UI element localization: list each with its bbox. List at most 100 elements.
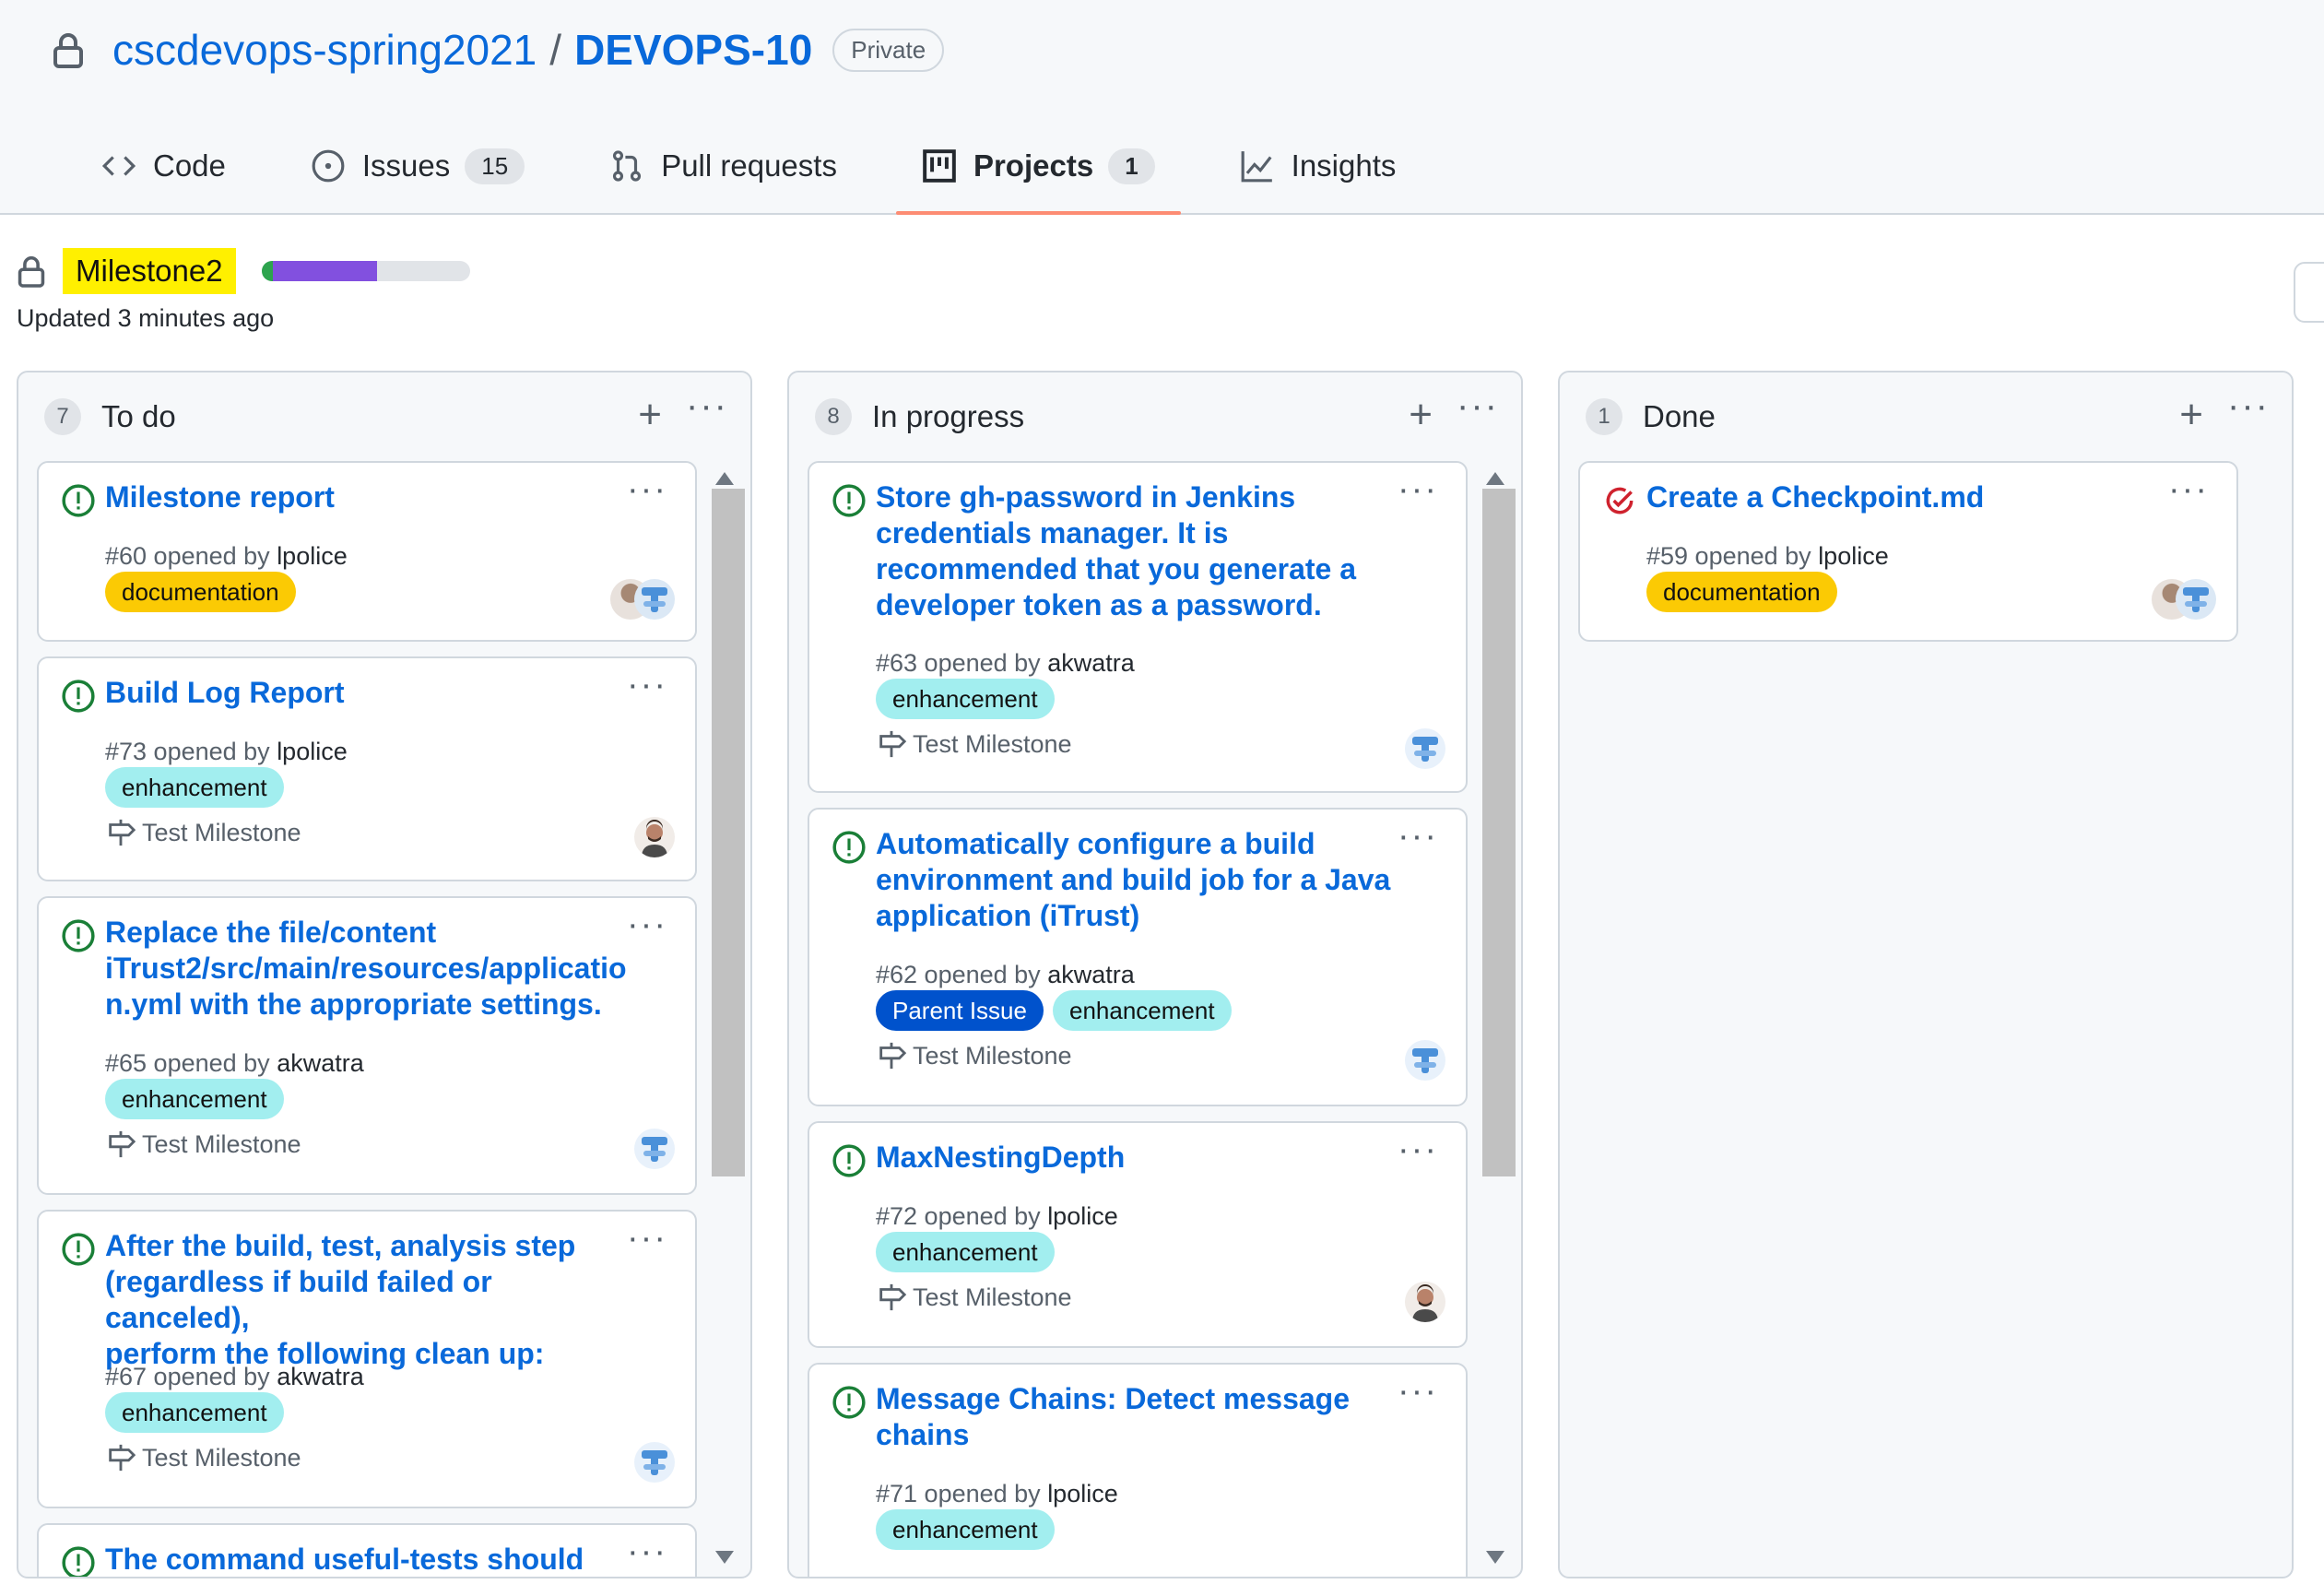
issue-card[interactable]: Store gh-password in Jenkins credentials … (808, 461, 1468, 793)
card-milestone[interactable]: Test Milestone (105, 1442, 301, 1473)
issue-card[interactable]: Create a Checkpoint.md ··· #59 opened by l… (1578, 461, 2238, 642)
column-menu-button[interactable]: ··· (2227, 385, 2270, 427)
tab-pull-requests-label: Pull requests (661, 148, 837, 183)
card-title-link[interactable]: Message Chains: Detect message chains (876, 1381, 1392, 1453)
scroll-thumb[interactable] (712, 489, 745, 1176)
column-menu-button[interactable]: ··· (1457, 385, 1499, 427)
label-enhancement[interactable]: enhancement (105, 1079, 284, 1119)
label-enhancement[interactable]: enhancement (876, 679, 1055, 719)
card-labels: enhancement (876, 679, 1064, 719)
scroll-down-arrow-icon[interactable] (1486, 1551, 1504, 1564)
card-menu-button[interactable]: ··· (1398, 817, 1438, 857)
card-milestone[interactable]: Test Milestone (876, 1282, 1072, 1313)
avatar-group[interactable] (610, 579, 675, 620)
repo-owner-link[interactable]: cscdevops-spring2021 (112, 25, 537, 75)
scroll-thumb[interactable] (1482, 489, 1516, 1176)
tab-insights[interactable]: Insights (1214, 129, 1422, 203)
card-menu-button[interactable]: ··· (627, 1532, 667, 1572)
repo-name-link[interactable]: DEVOPS-10 (574, 25, 812, 75)
card-title-link[interactable]: Replace the file/content iTrust2/src/main… (105, 915, 627, 1023)
card-milestone[interactable]: Test Milestone (876, 1040, 1072, 1071)
label-enhancement[interactable]: enhancement (876, 1232, 1055, 1272)
card-menu-button[interactable]: ··· (1398, 470, 1438, 510)
card-author-link[interactable]: akwatra (277, 1363, 364, 1390)
card-author-link[interactable]: lpolice (1818, 542, 1889, 570)
card-author-link[interactable]: lpolice (1047, 1480, 1118, 1507)
avatar[interactable] (634, 579, 675, 620)
avatar[interactable] (1405, 728, 1445, 769)
label-enhancement[interactable]: enhancement (105, 767, 284, 808)
project-updated-time: Updated 3 minutes ago (17, 304, 275, 332)
card-title-link[interactable]: Automatically configure a build environme… (876, 826, 1392, 934)
avatar[interactable] (2176, 579, 2216, 620)
card-milestone[interactable]: Test Milestone (876, 728, 1072, 760)
add-card-button[interactable]: + (1409, 393, 1433, 437)
add-card-button[interactable]: + (2179, 393, 2203, 437)
card-menu-button[interactable]: ··· (627, 470, 667, 510)
tab-projects[interactable]: Projects 1 (895, 129, 1181, 215)
search-button[interactable] (2294, 262, 2324, 323)
avatar[interactable] (634, 1129, 675, 1169)
avatar-group[interactable] (2152, 579, 2216, 620)
column-scrollbar[interactable] (1479, 465, 1516, 1577)
card-author-link[interactable]: lpolice (277, 542, 348, 570)
avatar-logo-icon (642, 1137, 667, 1162)
card-title-link[interactable]: The command useful-tests should be (105, 1542, 621, 1577)
card-author-link[interactable]: akwatra (1047, 961, 1135, 988)
card-menu-button[interactable]: ··· (1398, 1372, 1438, 1412)
tab-projects-label: Projects (973, 148, 1094, 183)
card-title-link[interactable]: Milestone report (105, 479, 621, 515)
issue-card[interactable]: The command useful-tests should be··· (37, 1523, 697, 1577)
card-meta: #72 opened by lpolice (876, 1202, 1118, 1231)
label-enhancement[interactable]: enhancement (876, 1509, 1055, 1550)
tab-code[interactable]: Code (76, 129, 252, 203)
card-author-link[interactable]: akwatra (1047, 649, 1135, 677)
issue-card[interactable]: Message Chains: Detect message chains ··· #… (808, 1363, 1468, 1577)
avatar[interactable] (634, 1442, 675, 1483)
card-author-link[interactable]: lpolice (277, 738, 348, 765)
label-parent-issue[interactable]: Parent Issue (876, 990, 1044, 1031)
card-title-link[interactable]: Store gh-password in Jenkins credentials … (876, 479, 1392, 623)
visibility-badge: Private (832, 28, 945, 72)
label-enhancement[interactable]: enhancement (105, 1392, 284, 1433)
label-documentation[interactable]: documentation (105, 572, 296, 612)
issue-card[interactable]: MaxNestingDepth ··· #72 opened by lpolice e… (808, 1121, 1468, 1348)
card-meta: #71 opened by lpolice (876, 1480, 1118, 1508)
card-number-opened: #60 opened by (105, 542, 270, 570)
issue-card[interactable]: Automatically configure a build environme… (808, 808, 1468, 1106)
issue-card[interactable]: After the build, test, analysis step (reg… (37, 1210, 697, 1508)
card-title-link[interactable]: Build Log Report (105, 675, 621, 711)
tab-issues[interactable]: Issues 15 (285, 129, 550, 203)
avatar[interactable] (634, 817, 675, 857)
card-meta: #63 opened by akwatra (876, 649, 1135, 678)
avatar[interactable] (1405, 1040, 1445, 1081)
card-menu-button[interactable]: ··· (627, 666, 667, 705)
card-title-link[interactable]: Create a Checkpoint.md (1646, 479, 2163, 515)
issue-card[interactable]: Replace the file/content iTrust2/src/main… (37, 896, 697, 1195)
card-milestone[interactable]: Test Milestone (105, 817, 301, 848)
milestone-name: Test Milestone (142, 1443, 301, 1472)
scroll-up-arrow-icon[interactable] (1486, 472, 1504, 485)
avatar[interactable] (1405, 1282, 1445, 1322)
tab-pull-requests[interactable]: Pull requests (584, 129, 863, 203)
label-enhancement[interactable]: enhancement (1052, 990, 1232, 1031)
card-menu-button[interactable]: ··· (1398, 1130, 1438, 1170)
card-menu-button[interactable]: ··· (2168, 470, 2209, 510)
label-documentation[interactable]: documentation (1646, 572, 1837, 612)
column-menu-button[interactable]: ··· (686, 385, 728, 427)
card-author-link[interactable]: akwatra (277, 1049, 364, 1077)
project-icon (923, 149, 956, 183)
scroll-down-arrow-icon[interactable] (715, 1551, 734, 1564)
card-labels: enhancement (105, 1392, 293, 1433)
card-menu-button[interactable]: ··· (627, 1219, 667, 1259)
card-title-link[interactable]: After the build, test, analysis step (reg… (105, 1228, 621, 1372)
add-card-button[interactable]: + (638, 393, 662, 437)
issue-card[interactable]: Build Log Report ··· #73 opened by lpolice… (37, 656, 697, 881)
card-menu-button[interactable]: ··· (627, 905, 667, 945)
scroll-up-arrow-icon[interactable] (715, 472, 734, 485)
card-milestone[interactable]: Test Milestone (105, 1129, 301, 1160)
card-title-link[interactable]: MaxNestingDepth (876, 1140, 1392, 1176)
issue-card[interactable]: Milestone report ··· #60 opened by lpolice… (37, 461, 697, 642)
column-scrollbar[interactable] (708, 465, 745, 1577)
card-author-link[interactable]: lpolice (1047, 1202, 1118, 1230)
